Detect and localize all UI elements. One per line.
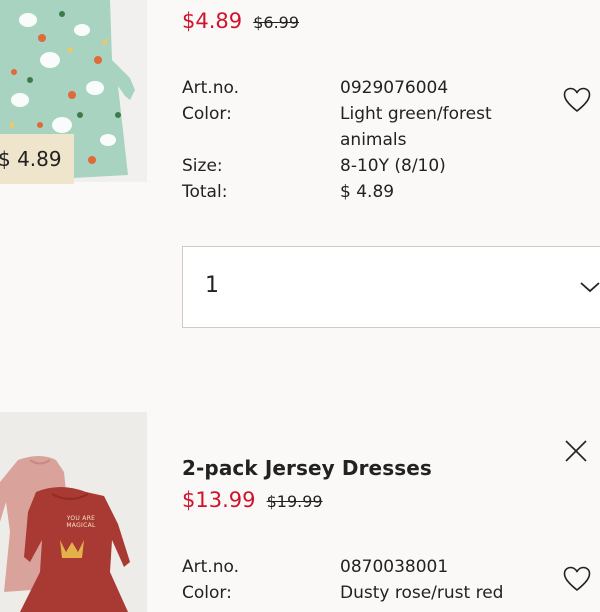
price-row: $4.89 $6.99 [182,9,299,33]
product-details: Art.no. 0870038001 Color: Dusty rose/rus… [182,554,562,606]
detail-label: Size: [182,156,223,176]
original-price: $19.99 [266,492,323,511]
detail-row-article: Art.no. 0870038001 [182,554,562,580]
product-details: Art.no. 0929076004 Color: Light green/fo… [182,75,562,205]
detail-label: Color: [182,583,232,603]
image-price-tag: $ 4.89 [0,134,74,184]
detail-label: Art.no. [182,557,239,577]
detail-row-article: Art.no. 0929076004 [182,75,562,101]
quantity-select[interactable]: 1 [182,246,600,328]
detail-value: 0929076004 [340,78,449,98]
chevron-down-icon [579,279,600,293]
detail-value: Light green/forest animals [340,104,492,150]
quantity-value: 1 [205,273,219,298]
cart-item: YOU ARE MAGICAL 2-pack Jersey Dresses $1… [0,412,600,612]
detail-value: 8-10Y (8/10) [340,156,446,176]
detail-row-color: Color: Dusty rose/rust red [182,580,562,606]
product-name[interactable]: 2-pack Jersey Dresses [182,456,432,480]
heart-icon[interactable] [563,566,591,592]
print-text: YOU ARE MAGICAL [66,515,96,529]
detail-row-color: Color: Light green/forest animals [182,101,562,153]
detail-label: Art.no. [182,78,239,98]
detail-value: $ 4.89 [340,182,395,202]
price-row: $13.99 $19.99 [182,488,323,512]
dress-illustration [0,412,147,612]
detail-row-total: Total: $ 4.89 [182,179,562,205]
detail-row-size: Size: 8-10Y (8/10) [182,153,562,179]
sale-price: $13.99 [182,488,256,512]
original-price: $6.99 [253,13,300,32]
detail-value: 0870038001 [340,557,449,577]
product-image[interactable]: YOU ARE MAGICAL [0,412,147,612]
heart-icon[interactable] [563,87,591,113]
detail-label: Total: [182,182,228,202]
detail-label: Color: [182,104,232,124]
sale-price: $4.89 [182,9,243,33]
detail-value: Dusty rose/rust red [340,583,504,603]
close-icon[interactable] [563,438,589,464]
cart-item: $ 4.89 $4.89 $6.99 Art.no. 0929076004 Co… [0,0,600,340]
